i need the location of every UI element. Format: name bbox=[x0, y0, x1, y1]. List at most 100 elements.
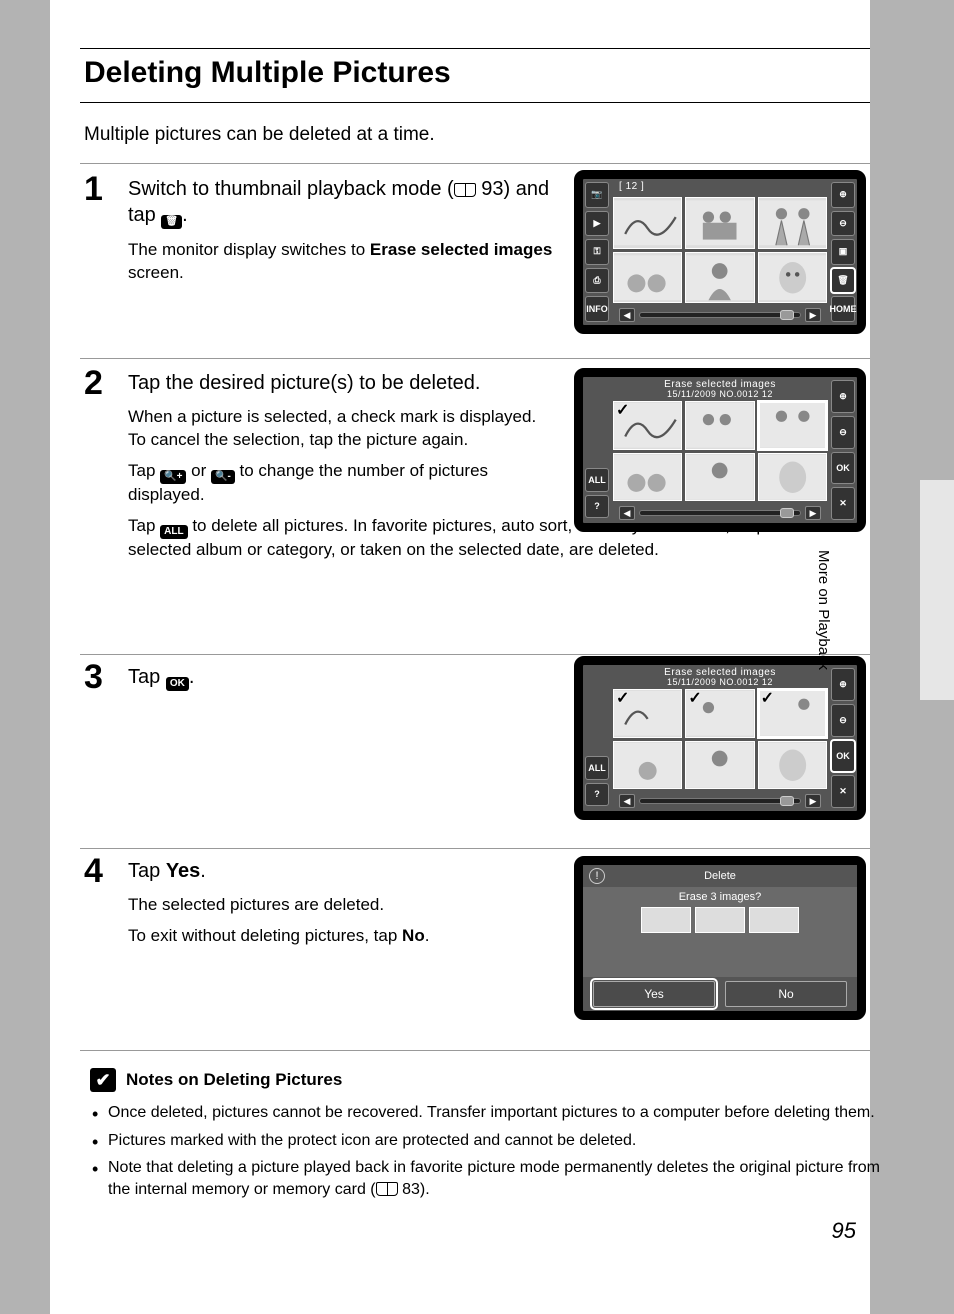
no-button[interactable]: No bbox=[725, 981, 847, 1007]
scroll-knob[interactable] bbox=[780, 310, 794, 320]
zoom-out-button[interactable]: ⊖ bbox=[831, 416, 855, 449]
cancel-button[interactable]: ✕ bbox=[831, 775, 855, 808]
camera-screen-2: Erase selected images 15/11/2009 NO.0012… bbox=[574, 368, 866, 532]
text: Switch to thumbnail playback mode ( bbox=[128, 178, 454, 200]
trash-button[interactable]: 🗑 bbox=[831, 268, 855, 294]
scroll-track[interactable] bbox=[639, 798, 801, 804]
scroll-right-icon[interactable]: ▶ bbox=[805, 794, 821, 808]
thumbnail[interactable] bbox=[758, 741, 827, 790]
camera-screen-4: ! Delete Erase 3 images? Yes No bbox=[574, 856, 866, 1020]
rule bbox=[80, 358, 870, 359]
thumbnail[interactable] bbox=[758, 197, 827, 249]
help-button[interactable]: ? bbox=[585, 783, 609, 807]
step-heading: Switch to thumbnail playback mode ( 93) … bbox=[128, 176, 558, 229]
rule bbox=[80, 1050, 870, 1051]
thumbnail[interactable] bbox=[685, 689, 754, 738]
all-button[interactable]: ALL bbox=[585, 468, 609, 492]
dialog-buttons: Yes No bbox=[583, 977, 857, 1011]
step-number: 3 bbox=[84, 658, 103, 697]
lock-icon[interactable]: ⚿ bbox=[585, 239, 609, 265]
scroll-right-icon[interactable]: ▶ bbox=[805, 308, 821, 322]
all-button[interactable]: ALL bbox=[585, 756, 609, 780]
text: Tap bbox=[128, 516, 160, 535]
thumbnail[interactable] bbox=[613, 197, 682, 249]
left-buttons: ALL ? bbox=[583, 753, 611, 809]
step-number: 2 bbox=[84, 364, 103, 403]
text: The selected pictures are deleted. bbox=[128, 894, 558, 917]
check-icon: ✔ bbox=[90, 1068, 116, 1092]
thumbnail[interactable] bbox=[613, 689, 682, 738]
thumbnail bbox=[695, 907, 745, 933]
text: The monitor display switches to bbox=[128, 240, 370, 259]
print-icon[interactable]: ⎙ bbox=[585, 268, 609, 294]
page-number: 95 bbox=[832, 1218, 856, 1244]
dialog-title: Delete bbox=[704, 870, 736, 882]
note-item: Note that deleting a picture played back… bbox=[90, 1157, 880, 1200]
cancel-button[interactable]: ✕ bbox=[831, 487, 855, 520]
text: . bbox=[425, 926, 430, 945]
page-ref: 93 bbox=[481, 178, 503, 200]
zoom-out-button[interactable]: ⊖ bbox=[831, 704, 855, 737]
camera-screen-3: Erase selected images 15/11/2009 NO.0012… bbox=[574, 656, 866, 820]
scroll-right-icon[interactable]: ▶ bbox=[805, 506, 821, 520]
ok-button[interactable]: OK bbox=[831, 452, 855, 485]
book-icon bbox=[376, 1182, 398, 1196]
scrollbar[interactable]: ◀ ▶ bbox=[619, 506, 821, 520]
thumbnail[interactable] bbox=[685, 197, 754, 249]
screen-info: 15/11/2009 NO.0012 12 bbox=[613, 677, 827, 687]
scroll-track[interactable] bbox=[639, 312, 801, 318]
thumbnail[interactable] bbox=[758, 401, 827, 450]
dialog-question: Erase 3 images? bbox=[679, 891, 762, 903]
right-buttons: ⊕ ⊖ ▣ 🗑 HOME bbox=[829, 179, 857, 325]
rule bbox=[80, 163, 870, 164]
right-buttons: ⊕ ⊖ OK ✕ bbox=[829, 665, 857, 811]
scrollbar[interactable]: ◀ ▶ bbox=[619, 794, 821, 808]
thumbnail[interactable] bbox=[758, 453, 827, 502]
rule bbox=[80, 48, 870, 49]
thumbnail[interactable] bbox=[613, 741, 682, 790]
step-heading: Tap the desired picture(s) to be deleted… bbox=[128, 370, 558, 396]
zoom-in-button[interactable]: ⊕ bbox=[831, 182, 855, 208]
step-heading: Tap Yes. bbox=[128, 858, 558, 884]
thumbnail[interactable] bbox=[685, 401, 754, 450]
play-icon[interactable]: ▶ bbox=[585, 211, 609, 237]
left-buttons: 📷 ▶ ⚿ ⎙ INFO bbox=[583, 179, 611, 325]
scroll-knob[interactable] bbox=[780, 796, 794, 806]
thumbnail[interactable] bbox=[685, 453, 754, 502]
thumbnail[interactable] bbox=[685, 741, 754, 790]
preview-thumbs bbox=[641, 907, 799, 933]
thumbnail[interactable] bbox=[758, 689, 827, 738]
ok-button[interactable]: OK bbox=[831, 740, 855, 773]
thumbnail[interactable] bbox=[613, 453, 682, 502]
page-ref: 83 bbox=[402, 1181, 420, 1198]
scrollbar[interactable]: ◀ ▶ bbox=[619, 308, 821, 322]
camera-icon[interactable]: 📷 bbox=[585, 182, 609, 208]
home-button[interactable]: HOME bbox=[831, 296, 855, 322]
rule bbox=[80, 102, 870, 103]
zoom-in-button[interactable]: ⊕ bbox=[831, 668, 855, 701]
scroll-knob[interactable] bbox=[780, 508, 794, 518]
scroll-track[interactable] bbox=[639, 510, 801, 516]
book-icon bbox=[454, 183, 476, 197]
thumbnail[interactable] bbox=[685, 252, 754, 304]
help-button[interactable]: ? bbox=[585, 495, 609, 519]
thumbnail[interactable] bbox=[613, 252, 682, 304]
text: Tap bbox=[128, 461, 160, 480]
intro-text: Multiple pictures can be deleted at a ti… bbox=[84, 124, 435, 146]
thumbnail[interactable] bbox=[613, 401, 682, 450]
info-button[interactable]: INFO bbox=[585, 296, 609, 322]
grid-button[interactable]: ▣ bbox=[831, 239, 855, 265]
screen-info: 15/11/2009 NO.0012 12 bbox=[613, 389, 827, 399]
thumbnail[interactable] bbox=[758, 252, 827, 304]
zoom-in-icon: 🔍+ bbox=[160, 470, 186, 484]
yes-button[interactable]: Yes bbox=[593, 981, 715, 1007]
zoom-in-button[interactable]: ⊕ bbox=[831, 380, 855, 413]
scroll-left-icon[interactable]: ◀ bbox=[619, 506, 635, 520]
bold-text: Yes bbox=[166, 860, 200, 882]
zoom-out-button[interactable]: ⊖ bbox=[831, 211, 855, 237]
trash-icon: 🗑 bbox=[161, 215, 182, 229]
scroll-left-icon[interactable]: ◀ bbox=[619, 794, 635, 808]
scroll-left-icon[interactable]: ◀ bbox=[619, 308, 635, 322]
page-title: Deleting Multiple Pictures bbox=[84, 56, 451, 90]
step-body: The selected pictures are deleted. To ex… bbox=[128, 894, 558, 948]
